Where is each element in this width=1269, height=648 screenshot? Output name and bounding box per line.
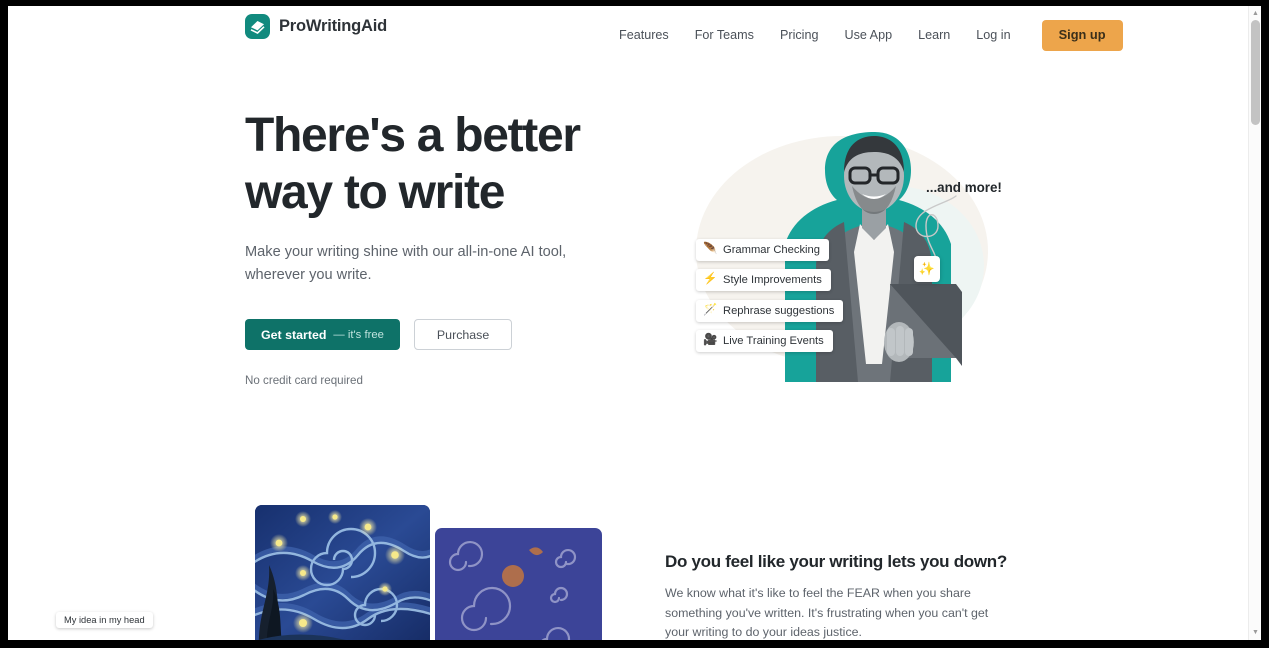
lower-section-title: Do you feel like your writing lets you d… [665,552,1007,571]
feature-chip-rephrase-suggestions[interactable]: 🪄 Rephrase suggestions [696,300,844,322]
brand-logo[interactable]: ProWritingAid [245,14,387,39]
site-header: ProWritingAid Features For Teams Pricing… [8,6,1261,57]
lower-copy: Do you feel like your writing lets you d… [665,552,1015,640]
hero-cta-group: Get started — it's free Purchase [245,319,605,350]
nav-link-features[interactable]: Features [606,23,682,48]
feature-chip-grammar-checking[interactable]: 🪶 Grammar Checking [696,239,829,261]
video-camera-icon: 🎥 [703,334,718,347]
feature-chip-label: Grammar Checking [723,244,820,256]
get-started-button[interactable]: Get started — it's free [245,319,400,350]
page-canvas: ProWritingAid Features For Teams Pricing… [8,6,1261,640]
nav-link-for-teams[interactable]: For Teams [682,23,767,48]
get-started-label: Get started [261,327,327,342]
feature-chip-live-training-events[interactable]: 🎥 Live Training Events [696,330,833,352]
hero-illustration: ...and more! ✨ 🪶 Grammar Checking ⚡ Styl… [674,114,1014,389]
browser-viewport: ProWritingAid Features For Teams Pricing… [8,6,1261,640]
hero-subtitle: Make your writing shine with our all-in-… [245,244,567,283]
hero-title: There's a better way to write [245,107,605,221]
feature-chip-label: Style Improvements [723,274,822,286]
magic-wand-icon: 🪄 [703,304,718,317]
starry-night-image [255,505,430,640]
scroll-down-arrow-icon[interactable]: ▼ [1252,629,1259,636]
lower-section-body: We know what it's like to feel the FEAR … [665,586,989,639]
sign-up-button[interactable]: Sign up [1041,20,1123,51]
blue-doodle-card [435,528,602,640]
sparkles-icon: ✨ [914,256,940,282]
get-started-free-note: — it's free [333,328,384,341]
curved-arrow-icon [915,195,957,261]
stacked-pages-icon [245,14,270,39]
hero-title-line-2: way to write [245,166,505,219]
nav-link-learn[interactable]: Learn [905,23,963,48]
nav-link-pricing[interactable]: Pricing [767,23,832,48]
no-credit-card-note: No credit card required [245,374,363,387]
hero-title-line-1: There's a better [245,109,581,162]
scrollbar-thumb[interactable] [1251,20,1260,125]
scroll-up-arrow-icon[interactable]: ▲ [1252,10,1259,17]
lightning-bolt-icon: ⚡ [703,273,718,286]
lower-section: My idea in my head Do you feel like your… [8,496,1261,640]
sparkles-glyph: ✨ [918,261,936,276]
hero-copy: There's a better way to write Make your … [245,107,605,350]
main-navigation: Features For Teams Pricing Use App Learn… [606,20,1123,51]
nav-link-use-app[interactable]: Use App [831,23,905,48]
feature-chip-label: Live Training Events [723,335,824,347]
purchase-button[interactable]: Purchase [413,319,513,350]
page-scrollbar[interactable]: ▲ ▼ [1248,6,1261,640]
feather-pen-icon: 🪶 [703,243,718,256]
feature-chip-style-improvements[interactable]: ⚡ Style Improvements [696,269,831,291]
starry-night-caption: My idea in my head [56,612,153,628]
and-more-callout: ...and more! [926,180,1002,195]
feature-chip-label: Rephrase suggestions [723,305,835,317]
nav-link-log-in[interactable]: Log in [963,23,1023,48]
brand-name: ProWritingAid [279,17,388,35]
